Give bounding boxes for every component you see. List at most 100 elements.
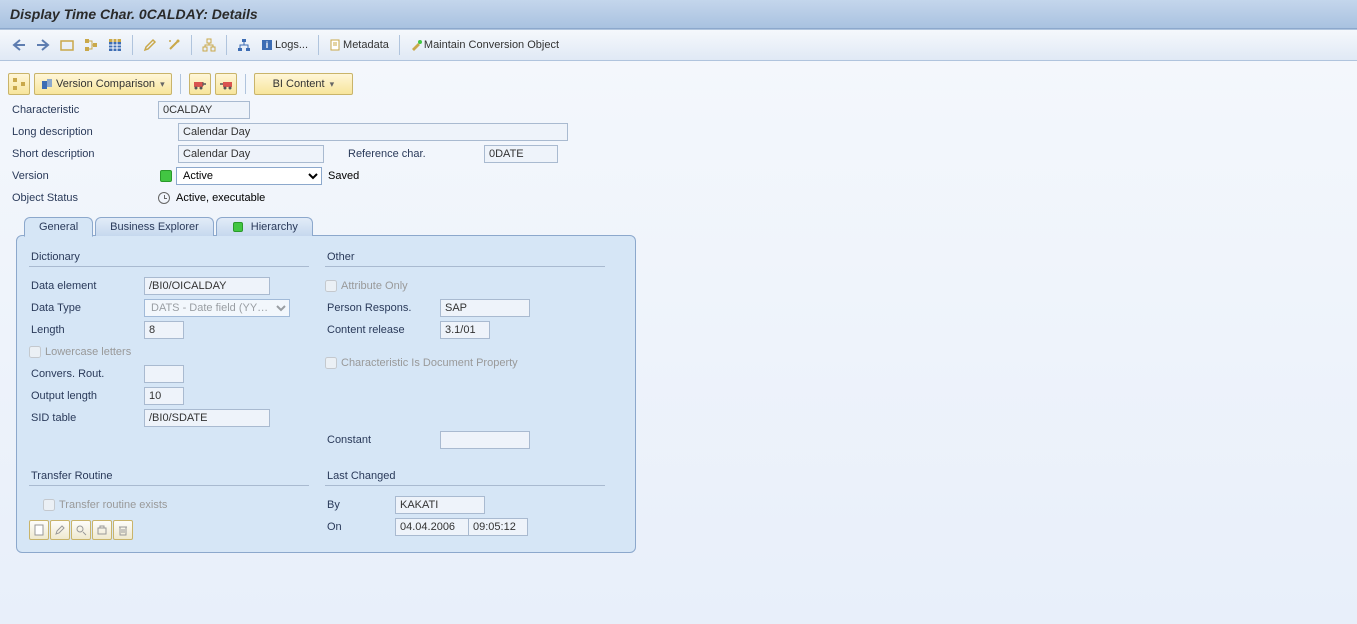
constant-label: Constant bbox=[325, 434, 440, 446]
toolbar-separator bbox=[399, 35, 400, 55]
tab-general-body: Dictionary Data element Data Type DATS -… bbox=[16, 235, 636, 553]
bi-content-button[interactable]: BI Content bbox=[254, 73, 354, 95]
attr-only-checkbox bbox=[325, 280, 337, 292]
where-used-icon[interactable] bbox=[198, 34, 220, 56]
toolbar-separator bbox=[245, 74, 246, 94]
group-transfer-routine-title: Transfer Routine bbox=[29, 467, 309, 486]
tab-hierarchy-label: Hierarchy bbox=[251, 221, 298, 233]
logs-button[interactable]: i Logs... bbox=[257, 34, 312, 56]
person-respons-field bbox=[440, 299, 530, 317]
characteristic-label: Characteristic bbox=[8, 104, 158, 116]
application-toolbar: Version Comparison BI Content bbox=[0, 69, 1357, 99]
version-label: Version bbox=[8, 170, 158, 182]
content-release-field bbox=[440, 321, 490, 339]
attr-only-label: Attribute Only bbox=[341, 280, 408, 292]
delete-routine-button[interactable] bbox=[113, 520, 133, 540]
last-changed-time-field bbox=[468, 518, 528, 536]
length-field bbox=[144, 321, 184, 339]
sid-table-label: SID table bbox=[29, 412, 144, 424]
tab-general-label: General bbox=[39, 221, 78, 233]
object-status-label: Object Status bbox=[8, 192, 158, 204]
transfer-routine-toolbar bbox=[29, 520, 309, 540]
data-element-label: Data element bbox=[29, 280, 144, 292]
maintain-conversion-button[interactable]: Maintain Conversion Object bbox=[406, 34, 563, 56]
transfer-routine-exists-checkbox bbox=[43, 499, 55, 511]
tab-general[interactable]: General bbox=[24, 217, 93, 237]
characteristic-field bbox=[158, 101, 250, 119]
window-icon[interactable] bbox=[56, 34, 78, 56]
long-desc-label: Long description bbox=[8, 126, 178, 138]
metadata-label: Metadata bbox=[343, 39, 389, 51]
output-length-field bbox=[144, 387, 184, 405]
content-release-label: Content release bbox=[325, 324, 440, 336]
last-changed-date-field bbox=[395, 518, 469, 536]
data-type-select: DATS - Date field (YY… bbox=[144, 299, 290, 317]
lowercase-label: Lowercase letters bbox=[45, 346, 131, 358]
data-element-field bbox=[144, 277, 270, 295]
toolbar-separator bbox=[132, 35, 133, 55]
tab-bex-label: Business Explorer bbox=[110, 221, 199, 233]
tree-nav-button[interactable] bbox=[8, 73, 30, 95]
back-button[interactable] bbox=[8, 34, 30, 56]
create-routine-button[interactable] bbox=[29, 520, 49, 540]
ref-char-label: Reference char. bbox=[344, 148, 484, 160]
tab-strip: General Business Explorer Hierarchy bbox=[8, 217, 1349, 236]
ref-char-field bbox=[484, 145, 558, 163]
group-last-changed-title: Last Changed bbox=[325, 467, 605, 486]
lowercase-checkbox bbox=[29, 346, 41, 358]
version-select[interactable]: Active bbox=[176, 167, 322, 185]
standard-toolbar: i Logs... Metadata Maintain Conversion O… bbox=[0, 29, 1357, 61]
org-icon[interactable] bbox=[233, 34, 255, 56]
last-changed-on-label: On bbox=[325, 521, 395, 533]
header-form: Characteristic Long description Short de… bbox=[0, 99, 1357, 554]
group-other-title: Other bbox=[325, 248, 605, 267]
person-respons-label: Person Respons. bbox=[325, 302, 440, 314]
output-length-label: Output length bbox=[29, 390, 144, 402]
transport-out-button[interactable] bbox=[215, 73, 237, 95]
group-transfer-routine: Transfer Routine Transfer routine exists bbox=[29, 467, 309, 540]
sid-table-field bbox=[144, 409, 270, 427]
group-last-changed: Last Changed By On bbox=[325, 467, 605, 540]
toolbar-separator bbox=[180, 74, 181, 94]
window-titlebar: Display Time Char. 0CALDAY: Details bbox=[0, 0, 1357, 29]
group-other: Other Attribute Only Person Respons. Con… bbox=[325, 248, 605, 451]
constant-field bbox=[440, 431, 530, 449]
tab-hierarchy[interactable]: Hierarchy bbox=[216, 217, 313, 236]
toolbar-separator bbox=[226, 35, 227, 55]
conv-rout-field bbox=[144, 365, 184, 383]
short-desc-label: Short description bbox=[8, 148, 178, 160]
magic-wand-icon[interactable] bbox=[163, 34, 185, 56]
hierarchy-tree-icon[interactable] bbox=[80, 34, 102, 56]
transfer-routine-exists-label: Transfer routine exists bbox=[59, 499, 167, 511]
version-comparison-button[interactable]: Version Comparison bbox=[34, 73, 172, 95]
version-status-icon bbox=[160, 170, 172, 182]
short-desc-field bbox=[178, 145, 324, 163]
toolbar-separator bbox=[191, 35, 192, 55]
data-type-label: Data Type bbox=[29, 302, 144, 314]
check-routine-button[interactable] bbox=[92, 520, 112, 540]
svg-text:i: i bbox=[266, 40, 269, 50]
tab-business-explorer[interactable]: Business Explorer bbox=[95, 217, 214, 236]
doc-property-checkbox bbox=[325, 357, 337, 369]
group-dictionary: Dictionary Data element Data Type DATS -… bbox=[29, 248, 309, 451]
edit-icon[interactable] bbox=[139, 34, 161, 56]
hierarchy-status-icon bbox=[233, 222, 243, 232]
maintain-conversion-label: Maintain Conversion Object bbox=[424, 39, 559, 51]
transport-in-button[interactable] bbox=[189, 73, 211, 95]
display-routine-button[interactable] bbox=[71, 520, 91, 540]
logs-label: Logs... bbox=[275, 39, 308, 51]
bi-content-label: BI Content bbox=[273, 78, 325, 90]
version-comparison-label: Version Comparison bbox=[56, 78, 155, 90]
doc-property-label: Characteristic Is Document Property bbox=[341, 357, 518, 369]
length-label: Length bbox=[29, 324, 144, 336]
grid-icon[interactable] bbox=[104, 34, 126, 56]
conv-rout-label: Convers. Rout. bbox=[29, 368, 144, 380]
metadata-button[interactable]: Metadata bbox=[325, 34, 393, 56]
last-changed-by-field bbox=[395, 496, 485, 514]
forward-button[interactable] bbox=[32, 34, 54, 56]
window-title: Display Time Char. 0CALDAY: Details bbox=[10, 6, 258, 22]
version-saved-label: Saved bbox=[328, 170, 359, 182]
long-desc-field bbox=[178, 123, 568, 141]
last-changed-by-label: By bbox=[325, 499, 395, 511]
edit-routine-button[interactable] bbox=[50, 520, 70, 540]
